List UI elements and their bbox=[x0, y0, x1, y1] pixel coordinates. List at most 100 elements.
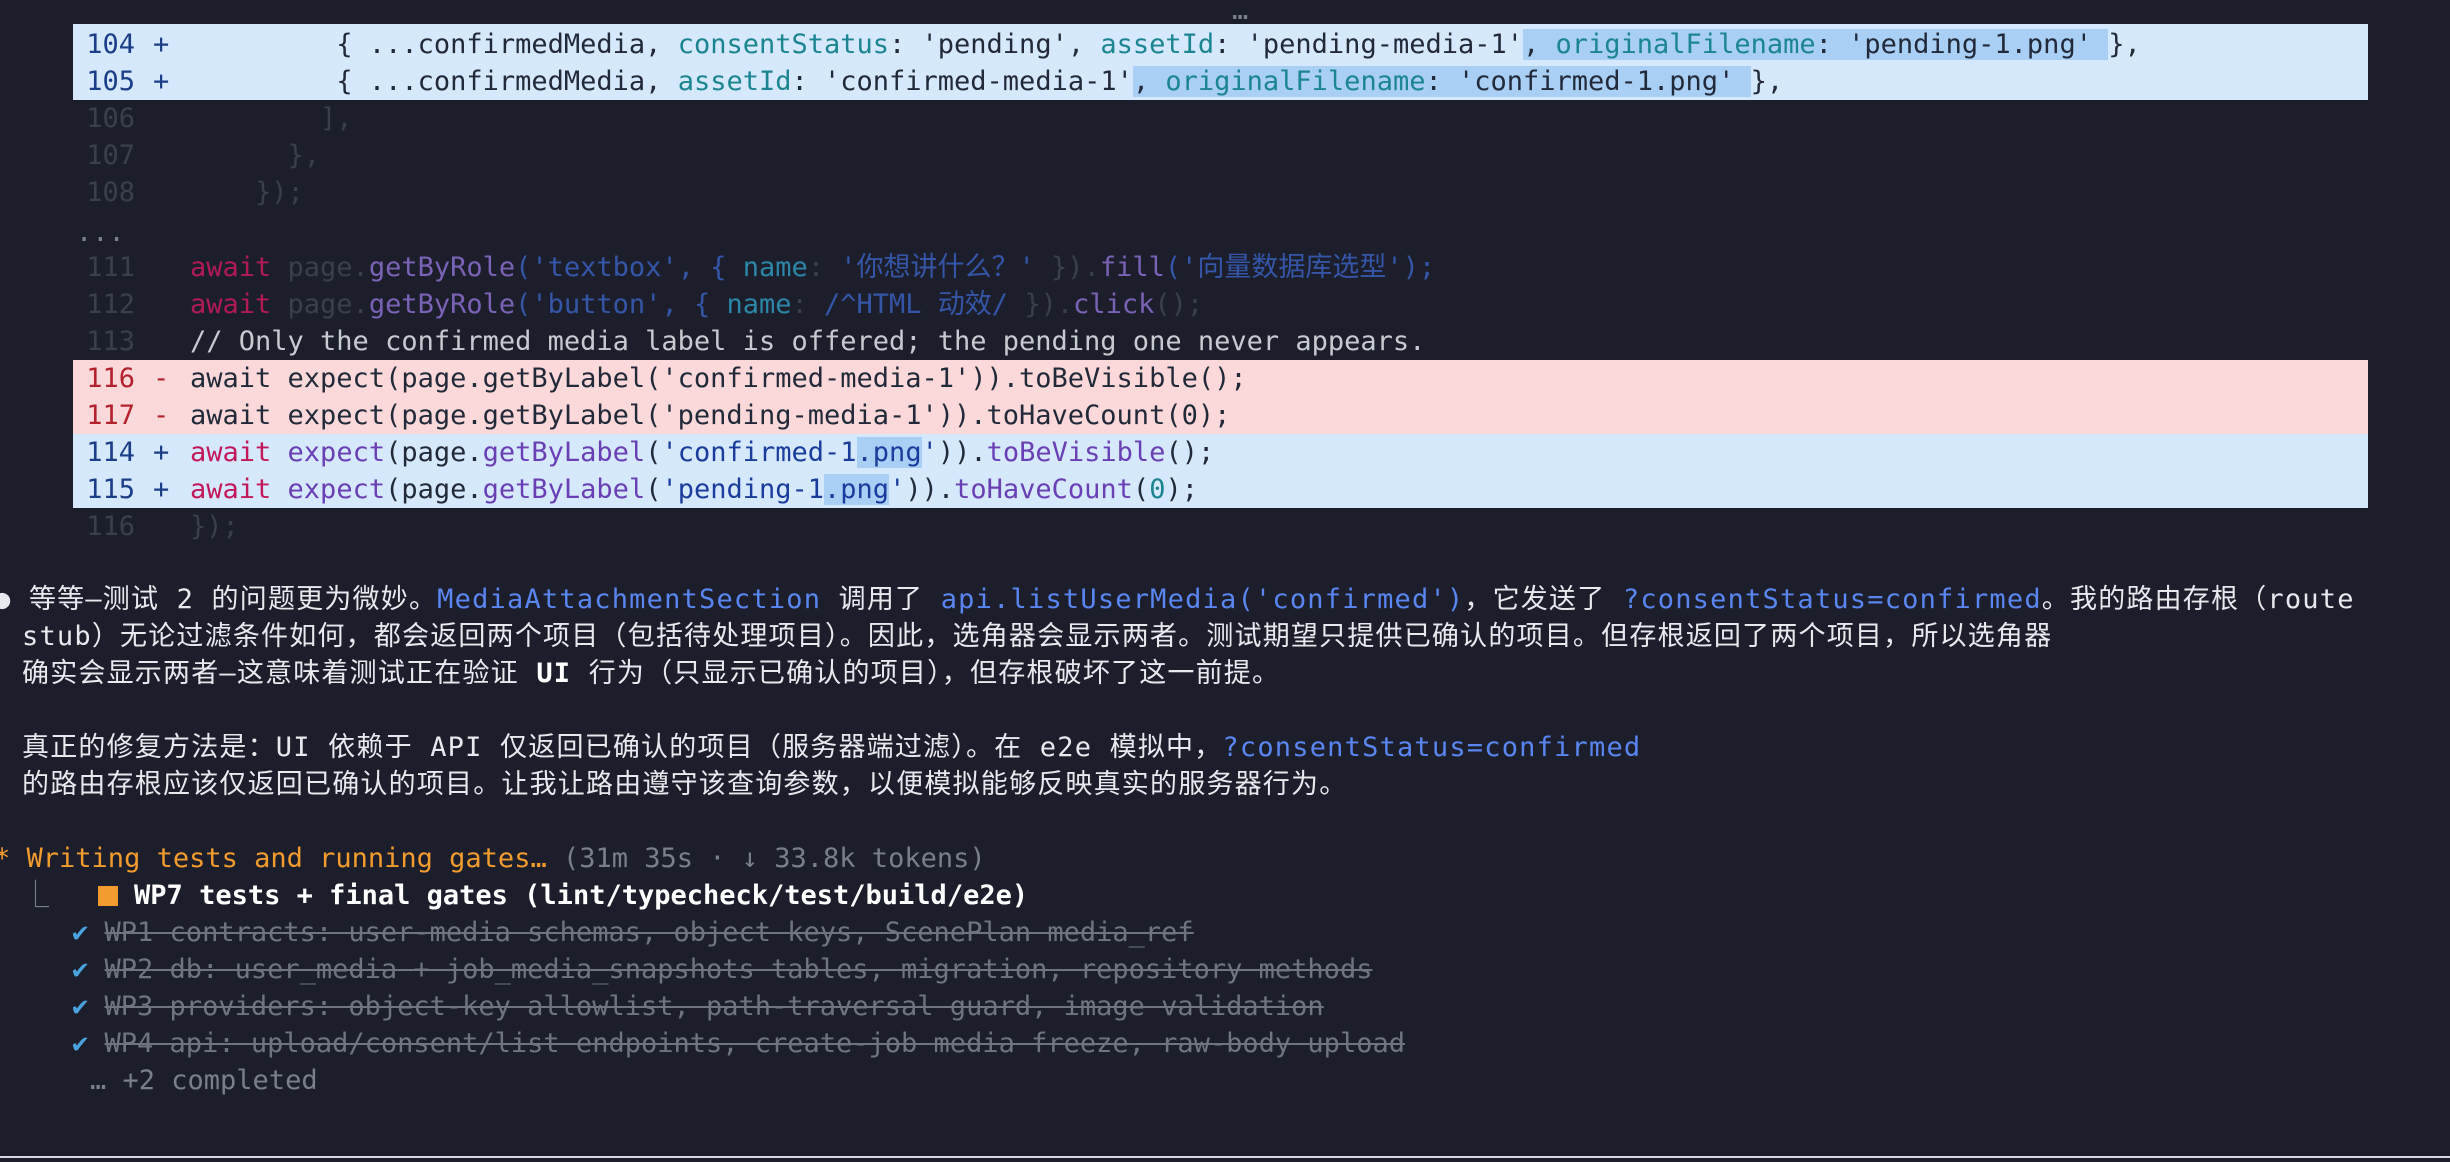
message-text: 确实会显示两者—这意味着测试正在验证 bbox=[22, 658, 537, 689]
diff-line-added: 115 + await expect(page.getByLabel('pendin… bbox=[73, 471, 2450, 508]
task-completed: ✔ WP1 contracts: user-media schemas, obj… bbox=[72, 914, 2450, 951]
code-token: 'confirmed-1 bbox=[661, 437, 857, 468]
code-token: name bbox=[742, 252, 808, 283]
assistant-message-line: 确实会显示两者—这意味着测试正在验证 UI 行为（只显示已确认的项目），但存根破… bbox=[22, 655, 2450, 692]
line-number: 116 bbox=[86, 363, 135, 394]
line-number: 105 bbox=[86, 66, 135, 97]
code-token: (page. bbox=[385, 474, 483, 505]
code-token: { ...confirmedMedia, bbox=[336, 29, 678, 60]
code-text: }); bbox=[190, 177, 304, 208]
code-token: ('textbox', { bbox=[515, 252, 743, 283]
code-token: getByRole bbox=[368, 289, 516, 320]
code-token: getByLabel bbox=[482, 437, 646, 468]
message-text: 。我的路由存根（route bbox=[2041, 584, 2355, 615]
diff-line-context: 111 await page.getByRole('textbox', { na… bbox=[73, 249, 2450, 286]
code-token: { ...confirmedMedia, bbox=[336, 66, 678, 97]
message-text: 行为（只显示已确认的项目），但存根破坏了这一前提。 bbox=[571, 658, 1281, 689]
message-text: UI bbox=[536, 658, 572, 689]
status-meta: (31m 35s · ↓ 33.8k tokens) bbox=[546, 843, 986, 874]
message-text: 调用了 bbox=[821, 584, 941, 615]
message-text: ，它发送了 bbox=[1464, 584, 1623, 615]
task-label: WP3 providers: object-key allowlist, pat… bbox=[104, 991, 1324, 1022]
tree-branch-icon: ⎿ bbox=[22, 880, 49, 911]
line-number: 117 bbox=[86, 400, 135, 431]
line-number: 114 bbox=[86, 437, 135, 468]
code-token: ( bbox=[645, 437, 662, 468]
code-token: page. bbox=[271, 252, 369, 283]
message-text: 等等—测试 2 的问题更为微妙。 bbox=[28, 584, 438, 615]
diff-sign: + bbox=[153, 474, 170, 505]
code-text: }); bbox=[190, 511, 239, 542]
checkmark-icon: ✔ bbox=[72, 917, 89, 948]
code-token: ('向量数据库选型'); bbox=[1164, 252, 1436, 283]
checkmark-icon: ✔ bbox=[72, 991, 89, 1022]
code-token: (); bbox=[1154, 289, 1204, 320]
diff-line-removed: 116- await expect(page.getByLabel('confir… bbox=[73, 360, 2450, 397]
code-token: '你想讲什么？' bbox=[840, 252, 1035, 283]
task-label: WP2 db: user_media + job_media_snapshots… bbox=[104, 954, 1373, 985]
code-token: ( bbox=[645, 474, 662, 505]
code-token: await bbox=[190, 474, 272, 505]
code-token: getByLabel bbox=[482, 474, 646, 505]
code-token: : 'confirmed-media-1' bbox=[791, 66, 1133, 97]
code-token: : bbox=[791, 289, 825, 320]
code-text: await expect(page.getByLabel('pending-me… bbox=[190, 400, 1231, 431]
code-token: (page. bbox=[385, 437, 483, 468]
checkmark-icon: ✔ bbox=[72, 1028, 89, 1059]
code-token: }). bbox=[1034, 252, 1100, 283]
diff-line-context: 112 await page.getByRole('button', { nam… bbox=[73, 286, 2450, 323]
code-token: fill bbox=[1099, 252, 1165, 283]
code-token: page. bbox=[271, 289, 369, 320]
inline-code: api.listUserMedia('confirmed') bbox=[940, 584, 1465, 615]
diff-sign: + bbox=[153, 29, 170, 60]
line-number: 106 bbox=[86, 103, 135, 134]
code-token: toBeVisible bbox=[986, 437, 1166, 468]
status-label: Writing tests and running gates… bbox=[26, 843, 547, 874]
code-text: await expect(page.getByLabel('confirmed-… bbox=[190, 363, 1247, 394]
line-number: 116 bbox=[86, 511, 135, 542]
code-token: ' bbox=[921, 437, 938, 468]
code-token: originalFilename bbox=[1165, 66, 1426, 97]
code-token: click bbox=[1073, 289, 1155, 320]
code-token: : bbox=[807, 252, 841, 283]
assistant-message-line: 真正的修复方法是：UI 依赖于 API 仅返回已确认的项目（服务器端过滤）。在 … bbox=[22, 729, 2450, 766]
status-line: * Writing tests and running gates… (31m … bbox=[0, 840, 2450, 877]
code-token: (); bbox=[1165, 437, 1215, 468]
code-token: await bbox=[190, 289, 272, 320]
assistant-message-line: stub）无论过滤条件如何，都会返回两个项目（包括待处理项目）。因此，选角器会显… bbox=[22, 621, 2053, 652]
code-token: ('button', { bbox=[515, 289, 727, 320]
code-token: getByRole bbox=[368, 252, 516, 283]
diff-line-context: 107 }, bbox=[73, 137, 2450, 174]
line-number: 111 bbox=[86, 252, 135, 283]
task-label: WP4 api: upload/consent/list endpoints, … bbox=[104, 1028, 1405, 1059]
line-number: 115 bbox=[86, 474, 135, 505]
code-token: assetId bbox=[1100, 29, 1215, 60]
code-token: }, bbox=[2108, 29, 2141, 60]
tasks-more[interactable]: … +2 completed bbox=[90, 1062, 2450, 1099]
code-token: : 'pending-1.png' bbox=[1815, 29, 2109, 60]
code-token: ( bbox=[1132, 474, 1150, 505]
code-token: consentStatus bbox=[677, 29, 890, 60]
diff-line-added: 104 + { ...confirmedMedia, consentStatus:… bbox=[73, 26, 2450, 63]
diff-skip-marker: ... bbox=[76, 217, 125, 248]
assistant-message-line: 的路由存根应该仅返回已确认的项目。让我让路由遵守该查询参数，以便模拟能够反映真实… bbox=[22, 769, 1348, 800]
line-number: 107 bbox=[86, 140, 135, 171]
divider bbox=[0, 1156, 2450, 1158]
checkmark-icon: ✔ bbox=[72, 954, 89, 985]
line-number: 108 bbox=[86, 177, 135, 208]
task-completed: ✔ WP2 db: user_media + job_media_snapsho… bbox=[72, 951, 2450, 988]
diff-line-context: 108 }); bbox=[73, 174, 2450, 211]
task-completed: ✔ WP4 api: upload/consent/list endpoints… bbox=[72, 1025, 2450, 1062]
diff-line-added: 114 + await expect(page.getByLabel('confir… bbox=[73, 434, 2450, 471]
code-token: }, bbox=[1750, 66, 1784, 97]
code-token: await bbox=[190, 437, 272, 468]
code-token: toHaveCount bbox=[954, 474, 1133, 505]
code-token: ' bbox=[889, 474, 906, 505]
code-token: .png bbox=[824, 474, 890, 505]
assistant-message-line: ● 等等—测试 2 的问题更为微妙。MediaAttachmentSection… bbox=[0, 581, 2450, 618]
message-bullet-icon: ● bbox=[0, 584, 12, 615]
code-token: : 'pending-media-1' bbox=[1214, 29, 1523, 60]
line-number: 112 bbox=[86, 289, 135, 320]
